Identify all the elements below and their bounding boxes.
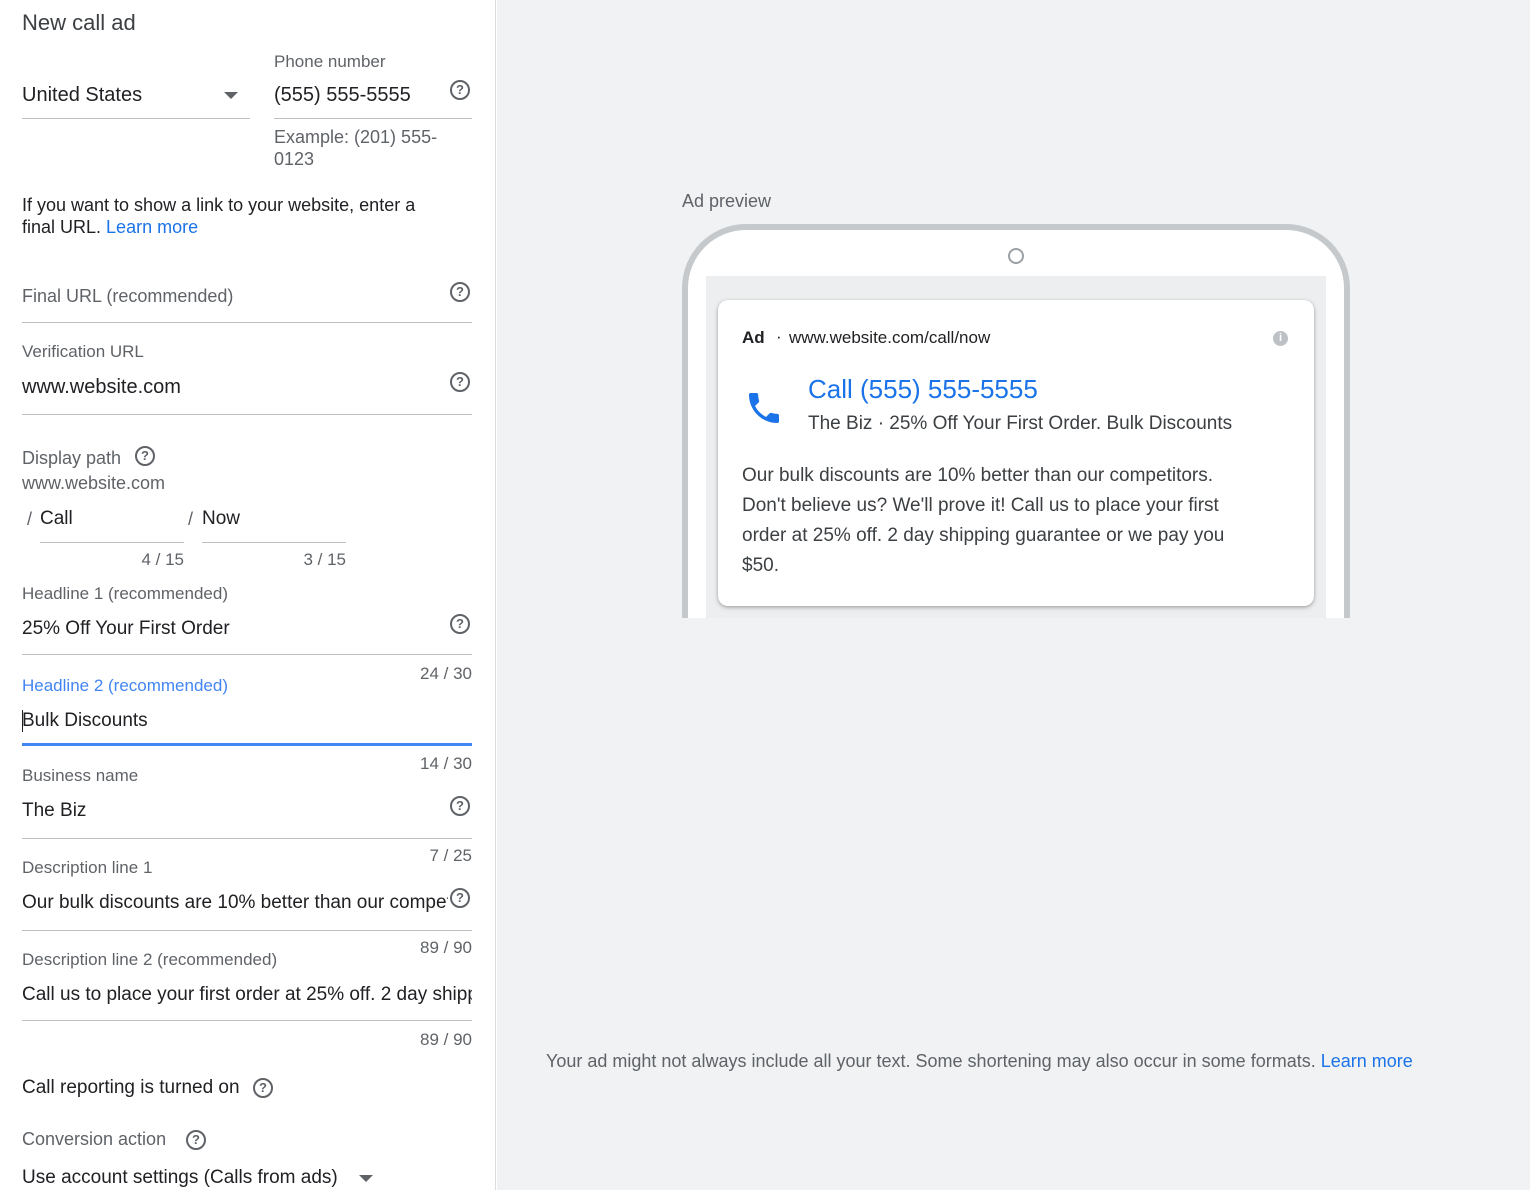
ad-display-url: www.website.com/call/now bbox=[789, 328, 991, 347]
phone-hint-line1: Example: (201) 555- bbox=[274, 127, 438, 147]
url-info-text: final URL. bbox=[22, 217, 102, 237]
conversion-action-value: Use account settings (Calls from ads) bbox=[22, 1167, 338, 1188]
headline2-input[interactable]: Bulk Discounts bbox=[22, 710, 148, 732]
headline1-label: Headline 1 (recommended) bbox=[22, 584, 228, 603]
help-circle-icon[interactable]: ? bbox=[450, 80, 470, 100]
description1-underline bbox=[22, 930, 472, 931]
ad-card: Ad · www.website.com/call/now i Call (55… bbox=[718, 300, 1314, 606]
camera-icon bbox=[1008, 248, 1024, 264]
phone-icon bbox=[744, 386, 784, 430]
verification-url-input[interactable]: www.website.com bbox=[22, 376, 181, 399]
path2-input[interactable]: Now bbox=[202, 508, 240, 530]
ad-description-line: $50. bbox=[742, 555, 779, 576]
help-circle-icon[interactable]: ? bbox=[450, 282, 470, 302]
ad-form-panel: New call ad United States Phone number (… bbox=[0, 0, 496, 1190]
headline1-input[interactable]: 25% Off Your First Order bbox=[22, 618, 230, 640]
business-name-label: Business name bbox=[22, 766, 139, 785]
conversion-action-label: Conversion action bbox=[22, 1129, 167, 1149]
description1-counter: 89 / 90 bbox=[420, 938, 472, 957]
business-name-underline bbox=[22, 838, 472, 839]
final-url-input[interactable]: Final URL (recommended) bbox=[22, 286, 233, 307]
display-path-label: Display path bbox=[22, 448, 122, 468]
phone-input[interactable]: (555) 555-5555 bbox=[274, 84, 411, 107]
help-circle-icon[interactable]: ? bbox=[253, 1078, 273, 1098]
path1-counter: 4 / 15 bbox=[141, 550, 184, 569]
business-name-counter: 7 / 25 bbox=[429, 846, 472, 865]
caret-down-icon bbox=[224, 92, 238, 99]
phone-crop bbox=[497, 618, 1530, 658]
disclaimer-text: Your ad might not always include all you… bbox=[546, 1051, 1316, 1071]
ad-headline-link[interactable]: Call (555) 555-5555 bbox=[808, 374, 1038, 405]
final-url-underline bbox=[22, 322, 472, 323]
country-value: United States bbox=[22, 84, 143, 106]
path1-slash: / bbox=[27, 509, 33, 529]
country-underline bbox=[22, 118, 250, 119]
verification-url-underline bbox=[22, 414, 472, 415]
url-info-line2: final URL. Learn more bbox=[22, 217, 198, 238]
ad-badge: Ad bbox=[742, 328, 765, 347]
help-circle-icon[interactable]: ? bbox=[135, 446, 155, 466]
phone-label: Phone number bbox=[274, 52, 386, 71]
preview-disclaimer: Your ad might not always include all you… bbox=[546, 1051, 1413, 1072]
ad-separator: · bbox=[776, 327, 782, 346]
path2-slash: / bbox=[188, 509, 194, 529]
display-path-domain: www.website.com bbox=[22, 473, 166, 493]
headline2-underline bbox=[22, 743, 472, 746]
ad-description-line: order at 25% off. 2 day shipping guarant… bbox=[742, 525, 1225, 546]
path2-counter: 3 / 15 bbox=[303, 550, 346, 569]
phone-hint-line2: 0123 bbox=[274, 149, 315, 169]
description2-underline bbox=[22, 1020, 472, 1021]
preview-panel: Ad preview Ad · www.website.com/call/now… bbox=[497, 0, 1530, 1190]
help-circle-icon[interactable]: ? bbox=[450, 888, 470, 908]
learn-more-link[interactable]: Learn more bbox=[106, 217, 198, 237]
description2-label: Description line 2 (recommended) bbox=[22, 950, 278, 969]
info-icon[interactable]: i bbox=[1273, 331, 1288, 346]
call-reporting-label: Call reporting is turned on bbox=[22, 1077, 240, 1098]
path2-underline bbox=[202, 542, 346, 543]
path1-underline bbox=[40, 542, 184, 543]
description1-label: Description line 1 bbox=[22, 858, 153, 877]
ad-description-line: Don't believe us? We'll prove it! Call u… bbox=[742, 495, 1219, 516]
ad-subline: The Biz · 25% Off Your First Order. Bulk… bbox=[808, 413, 1233, 434]
description2-input[interactable]: Call us to place your first order at 25%… bbox=[22, 984, 472, 1006]
headline2-label: Headline 2 (recommended) bbox=[22, 676, 228, 695]
headline1-underline bbox=[22, 654, 472, 655]
verification-url-label: Verification URL bbox=[22, 342, 144, 361]
caret-down-icon bbox=[359, 1175, 373, 1182]
disclaimer-learn-more-link[interactable]: Learn more bbox=[1321, 1051, 1413, 1071]
headline1-counter: 24 / 30 bbox=[420, 664, 472, 683]
form-title: New call ad bbox=[22, 10, 136, 35]
ad-description-line: Our bulk discounts are 10% better than o… bbox=[742, 465, 1214, 486]
help-circle-icon[interactable]: ? bbox=[450, 372, 470, 392]
description1-input[interactable]: Our bulk discounts are 10% better than o… bbox=[22, 892, 448, 914]
path1-input[interactable]: Call bbox=[40, 508, 73, 530]
help-circle-icon[interactable]: ? bbox=[450, 796, 470, 816]
url-info-line1: If you want to show a link to your websi… bbox=[22, 195, 416, 215]
help-circle-icon[interactable]: ? bbox=[186, 1130, 206, 1150]
phone-underline bbox=[274, 118, 472, 119]
help-circle-icon[interactable]: ? bbox=[450, 614, 470, 634]
headline2-counter: 14 / 30 bbox=[420, 754, 472, 773]
preview-title: Ad preview bbox=[682, 191, 772, 211]
text-cursor bbox=[22, 710, 23, 732]
description2-counter: 89 / 90 bbox=[420, 1030, 472, 1049]
business-name-input[interactable]: The Biz bbox=[22, 800, 86, 822]
